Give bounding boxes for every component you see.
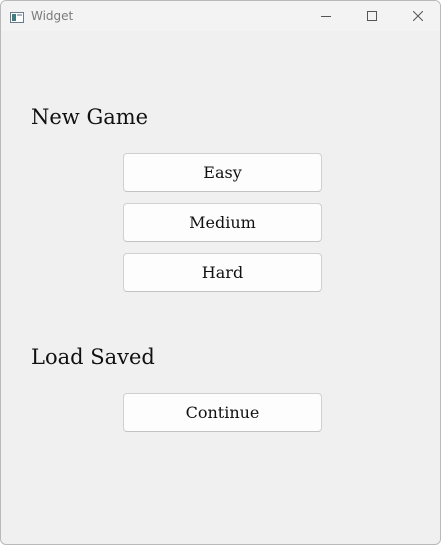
app-window: Widget New Game Easy Medium Hard Load Sa… — [0, 0, 441, 545]
new-game-heading: New Game — [31, 105, 149, 129]
medium-button[interactable]: Medium — [123, 203, 322, 242]
continue-button[interactable]: Continue — [123, 393, 322, 432]
load-saved-heading: Load Saved — [31, 345, 155, 369]
easy-button[interactable]: Easy — [123, 153, 322, 192]
close-icon — [413, 11, 423, 21]
hard-button[interactable]: Hard — [123, 253, 322, 292]
minimize-icon — [321, 11, 331, 21]
maximize-button[interactable] — [349, 1, 395, 31]
close-button[interactable] — [395, 1, 440, 31]
minimize-button[interactable] — [303, 1, 349, 31]
maximize-icon — [367, 11, 377, 21]
window-title: Widget — [31, 9, 74, 23]
title-bar[interactable]: Widget — [1, 1, 440, 31]
app-window-icon — [10, 10, 24, 23]
